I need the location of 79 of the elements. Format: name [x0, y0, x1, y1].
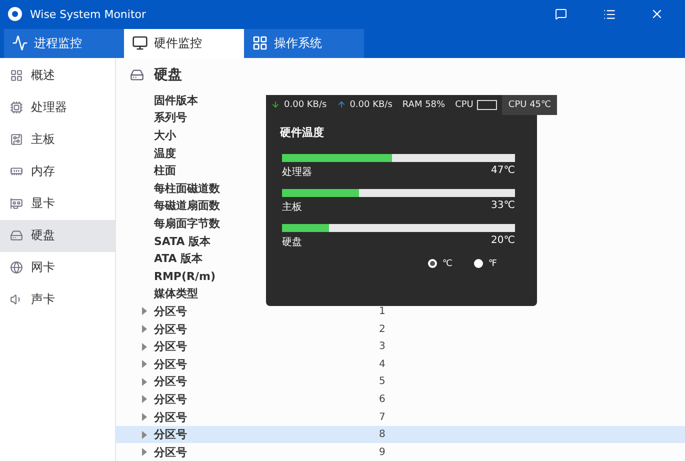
partition-label: 分区号: [154, 410, 187, 425]
speaker-icon: [10, 293, 23, 306]
property-label: 每扇面字节数: [154, 216, 220, 231]
cpu-graph-icon: [477, 100, 498, 110]
partition-label: 分区号: [154, 392, 187, 407]
partition-row[interactable]: 分区号 4: [116, 355, 685, 374]
section-title: 硬盘: [154, 66, 182, 84]
partition-label: 分区号: [154, 356, 187, 372]
partition-row[interactable]: 分区号 7: [116, 408, 685, 426]
sidebar-item[interactable]: 硬盘: [0, 220, 115, 252]
hard-drive-icon: [10, 229, 23, 242]
sensor-name: 主板: [282, 200, 302, 214]
partition-row[interactable]: 分区号 5: [116, 373, 685, 391]
partition-row[interactable]: 分区号 9: [116, 443, 685, 461]
panel-title: 硬件温度: [278, 124, 325, 141]
property-label: 柱面: [154, 163, 176, 178]
partition-label: 分区号: [154, 427, 187, 442]
download-icon: [271, 100, 280, 110]
partition-row[interactable]: 分区号 1: [116, 302, 685, 320]
partition-value: 6: [379, 394, 386, 405]
property-label: 每磁道扇面数: [154, 198, 220, 214]
property-label: 系列号: [154, 110, 187, 126]
upload-icon: [336, 100, 346, 110]
list-icon: [602, 8, 616, 21]
property-label: 大小: [154, 128, 176, 144]
download-speed: 0.00 KB/s: [284, 100, 327, 110]
windows-icon: [252, 35, 268, 52]
partition-value: 8: [379, 429, 386, 440]
sensor-name: 处理器: [282, 166, 312, 179]
property-label: ATA 版本: [154, 251, 203, 266]
property-label: 温度: [154, 146, 176, 161]
globe-icon: [10, 261, 23, 274]
unit-option[interactable]: ℃: [428, 258, 452, 269]
sensor-reading: 47℃: [491, 164, 515, 178]
memory-icon: [10, 165, 23, 178]
partition-label: 分区号: [154, 322, 187, 337]
sensor-name: 硬盘: [282, 236, 302, 249]
radio-button[interactable]: [474, 259, 484, 268]
property-label: RMP(R/m): [154, 270, 216, 283]
partition-row[interactable]: 分区号 3: [116, 338, 685, 356]
tab[interactable]: 操作系统: [244, 28, 364, 58]
hard-drive-icon: [130, 68, 144, 82]
chat-icon: [555, 8, 567, 20]
partition-value: 4: [379, 358, 386, 370]
partition-label: 分区号: [154, 339, 187, 354]
property-label: 固件版本: [154, 92, 198, 108]
chip-icon: [10, 101, 23, 114]
partition-row[interactable]: 分区号 2: [116, 320, 685, 338]
partition-row[interactable]: 分区号 8: [116, 426, 685, 444]
window-title: Wise System Monitor: [30, 8, 148, 21]
cpu-label: CPU: [455, 100, 474, 110]
partition-label: 分区号: [154, 374, 187, 390]
property-label: 媒体类型: [154, 286, 198, 302]
upload-speed: 0.00 KB/s: [350, 100, 392, 110]
sensor-reading: 33℃: [491, 200, 515, 213]
partition-value: 9: [379, 446, 386, 458]
partition-label: 分区号: [154, 444, 187, 460]
partition-label: 分区号: [154, 304, 187, 319]
tab[interactable]: 硬件监控: [124, 28, 244, 58]
partition-value: 5: [379, 376, 386, 388]
app-logo-icon: [8, 7, 22, 22]
unit-option[interactable]: ℉: [474, 258, 497, 269]
partition-value: 2: [379, 324, 386, 335]
ram-usage: RAM 58%: [402, 100, 446, 110]
partition-value: 7: [379, 412, 386, 423]
partition-value: 1: [379, 306, 386, 317]
property-label: 每柱面磁道数: [154, 180, 220, 196]
cpu-temperature: CPU 45℃: [502, 94, 558, 115]
radio-button[interactable]: [428, 259, 438, 268]
pulse-icon: [12, 35, 28, 52]
property-label: SATA 版本: [154, 234, 211, 249]
partition-row[interactable]: 分区号 6: [116, 390, 685, 408]
sensor-reading: 20℃: [491, 234, 515, 248]
monitor-icon: [132, 35, 148, 52]
partition-value: 3: [379, 341, 386, 352]
tab[interactable]: 进程监控: [4, 28, 124, 58]
circuit-board-icon: [10, 133, 23, 146]
graphics-card-icon: [10, 197, 23, 210]
grid-icon: [10, 69, 23, 82]
